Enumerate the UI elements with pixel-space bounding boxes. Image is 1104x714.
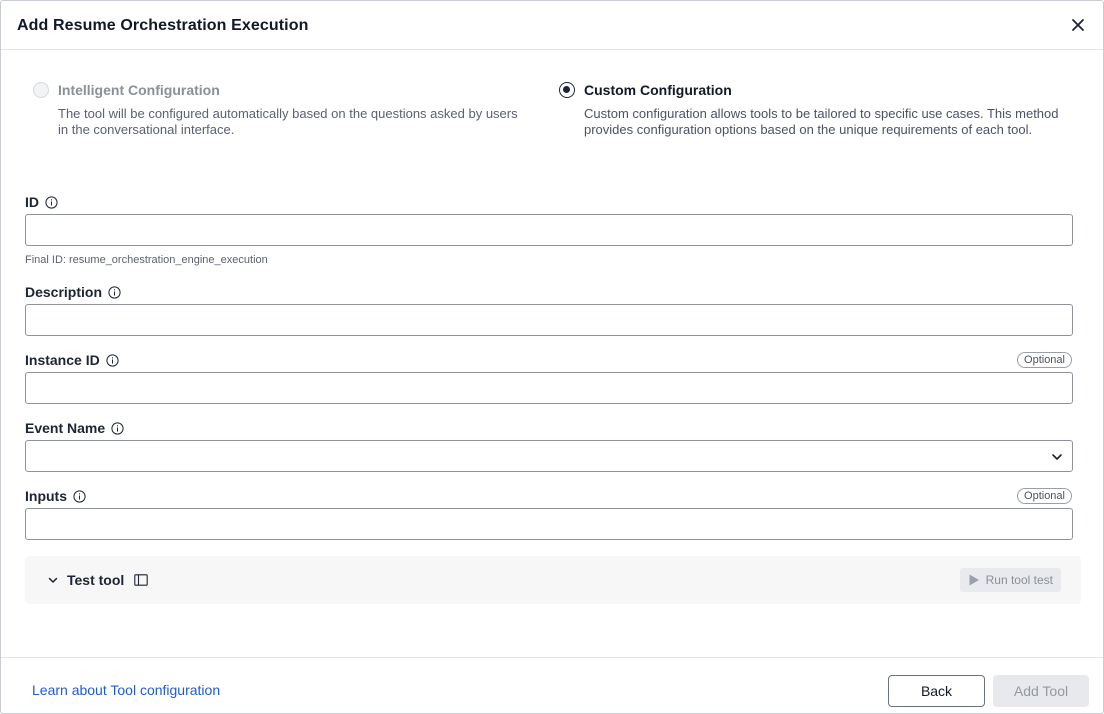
test-tool-toggle[interactable]: Test tool <box>47 572 149 588</box>
event-name-field-label: Event Name <box>25 420 124 436</box>
dialog-footer: Learn about Tool configuration Back Add … <box>1 657 1103 713</box>
final-id-hint: Final ID: resume_orchestration_engine_ex… <box>25 254 268 266</box>
custom-configuration-description: Custom configuration allows tools to be … <box>584 106 1059 137</box>
info-icon[interactable] <box>73 489 86 503</box>
description-field[interactable] <box>25 304 1073 336</box>
event-name-label-text: Event Name <box>25 420 106 436</box>
inputs-input[interactable] <box>26 509 1072 539</box>
inputs-field[interactable] <box>25 508 1073 540</box>
run-tool-test-label: Run tool test <box>985 573 1053 587</box>
add-tool-button[interactable]: Add Tool <box>993 675 1089 707</box>
info-icon[interactable] <box>45 195 58 209</box>
optional-badge: Optional <box>1017 488 1072 504</box>
optional-badge: Optional <box>1017 352 1072 368</box>
add-tool-dialog: Add Resume Orchestration Execution Intel… <box>0 0 1104 714</box>
info-icon[interactable] <box>108 285 121 299</box>
instance-id-input[interactable] <box>26 373 1072 403</box>
dialog-title: Add Resume Orchestration Execution <box>17 17 309 34</box>
intelligent-configuration-description: The tool will be configured automaticall… <box>58 106 518 137</box>
learn-tool-configuration-link[interactable]: Learn about Tool configuration <box>32 682 220 698</box>
info-icon[interactable] <box>106 353 119 367</box>
instance-id-field[interactable] <box>25 372 1073 404</box>
intelligent-configuration-label: Intelligent Configuration <box>58 82 220 98</box>
info-icon[interactable] <box>111 421 124 435</box>
play-icon <box>968 574 980 586</box>
inputs-label-text: Inputs <box>25 488 67 504</box>
id-label-text: ID <box>25 194 39 210</box>
close-icon[interactable] <box>1067 14 1089 36</box>
id-field-label: ID <box>25 194 58 210</box>
run-tool-test-button[interactable]: Run tool test <box>959 568 1061 592</box>
id-input[interactable] <box>26 215 1072 245</box>
side-panel-icon[interactable] <box>134 574 149 586</box>
instance-id-label-text: Instance ID <box>25 352 100 368</box>
test-tool-panel: Test tool Run tool test <box>25 556 1081 604</box>
back-button[interactable]: Back <box>888 675 985 707</box>
dialog-header: Add Resume Orchestration Execution <box>1 1 1103 50</box>
custom-configuration-label: Custom Configuration <box>584 82 732 98</box>
description-label-text: Description <box>25 284 103 300</box>
custom-configuration-radio[interactable] <box>559 82 575 98</box>
intelligent-configuration-radio[interactable] <box>33 82 49 98</box>
description-field-label: Description <box>25 284 121 300</box>
inputs-field-label: Inputs <box>25 488 86 504</box>
chevron-down-icon[interactable] <box>47 574 59 586</box>
test-tool-label: Test tool <box>67 572 125 588</box>
id-field[interactable] <box>25 214 1073 246</box>
instance-id-field-label: Instance ID <box>25 352 119 368</box>
chevron-down-icon[interactable] <box>1050 450 1064 464</box>
event-name-select[interactable] <box>25 440 1073 472</box>
description-input[interactable] <box>26 305 1072 335</box>
